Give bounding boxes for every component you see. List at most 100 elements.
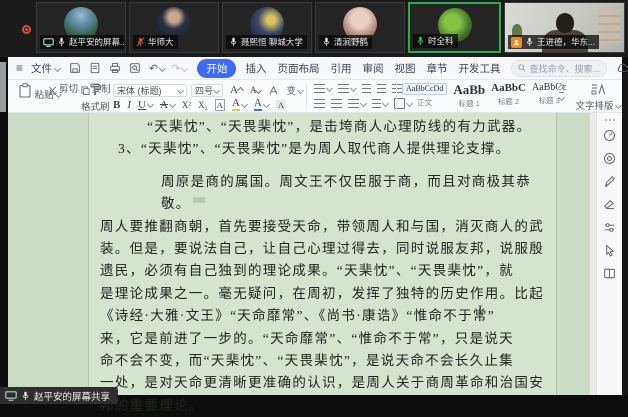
tab-review[interactable]: 审阅 — [362, 61, 383, 76]
italic-button[interactable]: I — [127, 99, 131, 111]
subscript-button[interactable]: X₂ — [198, 100, 208, 110]
document-canvas[interactable]: “天棐忱”、“天畏棐忱”，是击垮商人心理防线的有力武器。 3、“天棐忱”、“天畏… — [8, 113, 590, 395]
participant-name: 华师大 — [148, 36, 174, 48]
increase-indent-button[interactable] — [377, 84, 386, 93]
search-input[interactable]: 查找命令、搜索... — [511, 60, 607, 77]
file-menu-chevron-icon[interactable] — [54, 64, 61, 71]
search-icon — [518, 64, 526, 72]
bullet-list-button[interactable] — [314, 84, 332, 93]
panel-more-icon[interactable] — [605, 119, 615, 121]
undo-icon[interactable]: ↶ — [149, 62, 158, 75]
screen-share-banner[interactable]: 赵平安的屏幕共享 — [0, 387, 118, 404]
decrease-indent-button[interactable] — [362, 84, 371, 93]
participant-name: 聂熙恒 聊城大学 — [241, 36, 303, 48]
superscript-button[interactable]: X² — [182, 100, 191, 110]
font-color-button[interactable]: A — [254, 98, 269, 111]
participant-name: 清涧野鹤 — [334, 36, 368, 48]
styles-gallery-stepper[interactable] — [559, 85, 564, 100]
mic-icon — [21, 391, 30, 401]
align-left-icon[interactable] — [314, 99, 325, 108]
print-icon[interactable] — [109, 62, 121, 74]
doc-line: 是理论成果之一。毫无疑问，在周初，发挥了独特的历史作用。比起 — [100, 283, 552, 305]
save-icon[interactable] — [69, 62, 81, 74]
line-spacing-button[interactable] — [348, 99, 366, 108]
adjust-icon[interactable] — [603, 221, 616, 234]
tab-home[interactable]: 开始 — [197, 59, 236, 78]
redo-icon[interactable]: ↷ — [171, 62, 180, 75]
format-painter-button[interactable]: 格式刷 — [81, 83, 110, 113]
participant-tile[interactable]: 华师大 — [129, 2, 219, 53]
page-right-margin — [556, 113, 590, 395]
font-size-select[interactable]: 四号 — [191, 84, 223, 97]
text-effects-icon[interactable] — [268, 85, 279, 96]
tab-view[interactable]: 视图 — [394, 61, 415, 76]
print-preview-icon[interactable] — [129, 62, 141, 74]
pen-icon[interactable] — [603, 175, 616, 188]
font-name-select[interactable]: 宋体 (标题) — [113, 84, 187, 97]
doc-line: 邦的重要理论。 — [100, 395, 552, 417]
strikethrough-button[interactable]: A — [160, 99, 175, 111]
highlight-color-button[interactable]: A — [232, 98, 247, 111]
locate-icon[interactable] — [603, 152, 616, 165]
style-heading1[interactable]: AaBb 标题 1 — [453, 83, 485, 109]
tab-references[interactable]: 引用 — [330, 61, 351, 76]
style-heading2[interactable]: AaBbC 标题 2 — [491, 83, 526, 107]
mic-active-icon — [416, 36, 425, 46]
participant-tile-active-speaker[interactable]: 时全科 — [408, 2, 501, 53]
mic-icon — [322, 37, 331, 47]
eraser-icon[interactable] — [603, 198, 616, 211]
char-border-button[interactable]: A — [215, 99, 225, 111]
screen-share-icon — [43, 38, 54, 47]
participant-name: 赵平安的屏幕... — [69, 36, 124, 48]
undo-chevron-icon[interactable] — [159, 64, 166, 71]
text-layout-button[interactable]: 文字排版 — [574, 83, 622, 112]
numbered-list-button[interactable] — [338, 84, 356, 93]
doc-line: 《诗经·大雅·文王》“天命靡常”、《尚书·康诰》“惟命不于常” — [100, 305, 552, 327]
comment-mark — [193, 197, 205, 203]
cursor-icon[interactable] — [603, 244, 616, 257]
style-normal[interactable]: AaBbCcDd 正文 — [402, 83, 447, 108]
bold-button[interactable]: B — [113, 99, 120, 111]
sync-status[interactable]: 未同步 — [617, 61, 628, 76]
help-icon[interactable] — [603, 129, 616, 142]
tab-dev-tools[interactable]: 开发工具 — [458, 61, 500, 76]
char-shading-button[interactable]: A — [276, 100, 286, 110]
tab-insert[interactable]: 插入 — [245, 61, 266, 76]
text-cursor: I — [478, 302, 482, 318]
doc-line: 一处，是对天命更清晰更准确的认识，是周人关于商周革命和治国安 — [100, 372, 552, 394]
participant-tile[interactable]: 清涧野鹤 — [315, 2, 405, 53]
text-layout-label: 文字排版 — [575, 98, 613, 112]
wps-ribbon: 粘贴 剪切 复制 格式刷 宋体 (标题) 四号 A A 变 B I U A X²… — [8, 80, 622, 113]
hamburger-menu-icon[interactable]: ≡ — [16, 61, 23, 75]
participant-tile-video[interactable]: 王进德，华东... — [504, 2, 625, 53]
cloud-sync-icon — [617, 63, 628, 73]
export-pdf-icon[interactable] — [89, 62, 101, 74]
file-menu[interactable]: 文件 — [31, 61, 52, 76]
participant-tile[interactable]: 聂熙恒 聊城大学 — [222, 2, 312, 53]
participant-name: 时全科 — [428, 35, 454, 47]
format-painter-icon — [89, 83, 101, 96]
participant-label: 王进德，华东... — [508, 35, 599, 49]
participant-tile[interactable]: 赵平安的屏幕... — [36, 2, 126, 53]
mic-icon — [229, 37, 238, 47]
redo-chevron-icon[interactable] — [181, 64, 188, 71]
cut-button[interactable]: 剪切 — [48, 84, 78, 96]
record-icon — [22, 25, 31, 34]
tab-section[interactable]: 章节 — [426, 61, 447, 76]
read-mode-icon[interactable] — [603, 267, 616, 280]
document-text[interactable]: “天棐忱”、“天畏棐忱”，是击垮商人心理防线的有力武器。 3、“天棐忱”、“天畏… — [100, 116, 552, 417]
tab-page-layout[interactable]: 页面布局 — [277, 61, 319, 76]
doc-line: 周人要推翻商朝，首先要接受天命，带领周人和与国，消灭商人的武 — [100, 216, 552, 238]
shading-button[interactable] — [372, 99, 388, 108]
screen-share-right-edge — [622, 73, 628, 404]
change-case-button[interactable]: 变 — [286, 83, 303, 97]
format-painter-label: 格式刷 — [81, 99, 110, 113]
underline-button[interactable]: U — [138, 99, 153, 111]
participant-label: 时全科 — [413, 34, 458, 48]
increase-font-icon[interactable]: A — [230, 84, 243, 96]
decrease-font-icon[interactable]: A — [250, 85, 262, 95]
wps-menu-bar: ≡ 文件 ↶ ↷ 开始 插入 页面布局 引用 审阅 视图 章节 开发工具 查找命… — [8, 57, 622, 80]
font-name-value: 宋体 (标题) — [117, 84, 162, 97]
align-center-icon[interactable] — [331, 99, 342, 108]
participant-label: 清涧野鹤 — [319, 35, 372, 49]
